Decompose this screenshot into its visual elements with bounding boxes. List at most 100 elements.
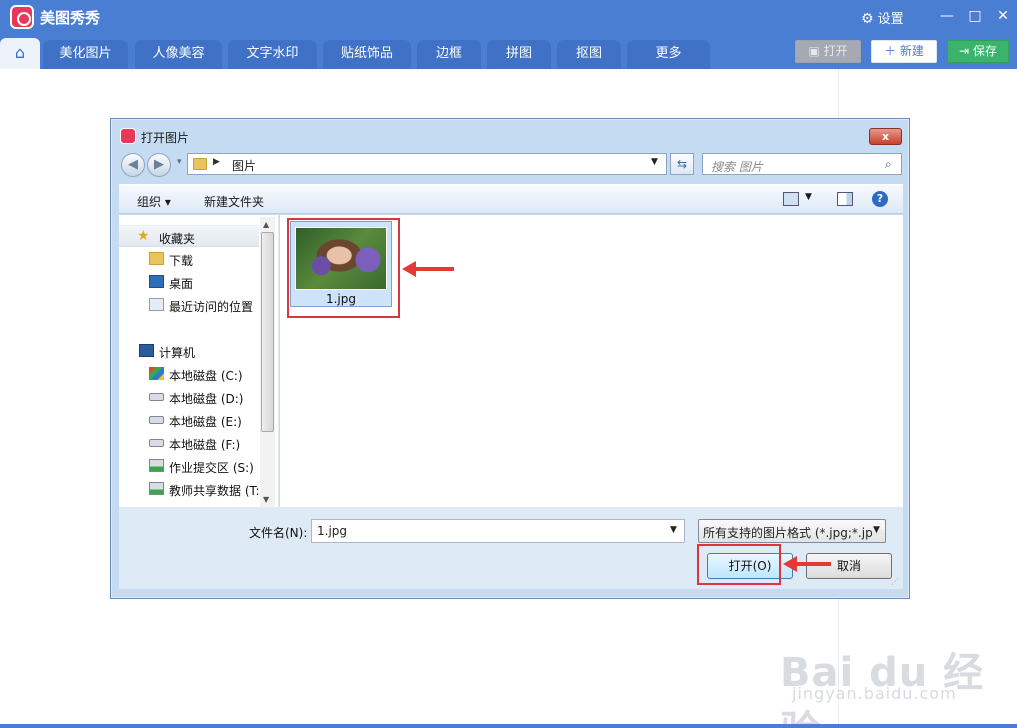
dialog-footer: 文件名(N): 1.jpg ▼ 所有支持的图片格式 (*.jpg;*.jp ▼ … <box>119 507 903 589</box>
minimize-icon[interactable]: — <box>937 6 957 26</box>
tab-more[interactable]: 更多 <box>627 40 710 69</box>
file-type-select[interactable]: 所有支持的图片格式 (*.jpg;*.jp ▼ <box>698 519 886 543</box>
scroll-up-icon[interactable]: ▲ <box>263 220 269 229</box>
search-input[interactable]: 搜索 图片 ⌕ <box>702 153 902 175</box>
annotation-highlight-open <box>697 544 781 585</box>
tab-bar: ⌂ 美化图片 人像美容 文字水印 贴纸饰品 边框 拼图 抠图 更多 ▣ 打开 ＋… <box>0 34 1017 69</box>
nav-drive-f-label: 本地磁盘 (F:) <box>169 438 241 452</box>
nav-drive-t-label: 教师共享数据 (T: <box>169 484 259 498</box>
tab-portrait[interactable]: 人像美容 <box>135 40 222 69</box>
nav-drive-d[interactable]: 本地磁盘 (D:) <box>119 386 259 408</box>
back-arrow-icon[interactable]: ◀ <box>121 153 145 177</box>
navigation-pane: ★ 收藏夹 下载 桌面 最近访问的位置 计算机 本地磁盘 (C:) 本地磁盘 (… <box>119 215 275 507</box>
tab-beautify[interactable]: 美化图片 <box>43 40 128 69</box>
nav-desktop-label: 桌面 <box>169 277 194 291</box>
network-drive-icon <box>149 482 164 495</box>
open-label: 打开 <box>823 44 848 58</box>
tab-collage[interactable]: 拼图 <box>487 40 551 69</box>
nav-drive-d-label: 本地磁盘 (D:) <box>169 392 244 406</box>
bottom-border <box>0 724 1017 728</box>
dialog-close-button[interactable]: x <box>869 128 902 145</box>
downloads-folder-icon <box>149 252 164 265</box>
star-icon: ★ <box>137 228 150 244</box>
organize-menu[interactable]: 组织 ▾ <box>137 193 171 210</box>
nav-computer-label: 计算机 <box>159 346 196 360</box>
filename-value: 1.jpg <box>317 524 348 538</box>
refresh-icon[interactable]: ⇆ <box>670 153 694 175</box>
watermark-url: jingyan.baidu.com <box>792 684 957 703</box>
help-icon[interactable]: ? <box>872 191 888 207</box>
nav-downloads[interactable]: 下载 <box>119 248 259 270</box>
nav-drive-f[interactable]: 本地磁盘 (F:) <box>119 432 259 454</box>
file-type-value: 所有支持的图片格式 (*.jpg;*.jp <box>703 526 873 540</box>
save-button[interactable]: ⇥ 保存 <box>947 40 1009 63</box>
nav-drive-s-label: 作业提交区 (S:) <box>169 461 254 475</box>
search-placeholder: 搜索 图片 <box>711 160 763 174</box>
new-button[interactable]: ＋ 新建 <box>871 40 937 63</box>
view-dropdown-icon[interactable]: ▼ <box>805 192 812 202</box>
nav-drive-c-label: 本地磁盘 (C:) <box>169 369 243 383</box>
arrow-shaft <box>414 267 454 271</box>
breadcrumb-path[interactable]: 图片 <box>232 157 256 174</box>
search-icon[interactable]: ⌕ <box>885 157 892 172</box>
address-bar[interactable]: ▶ 图片 ▼ <box>187 153 667 175</box>
nav-drive-c[interactable]: 本地磁盘 (C:) <box>119 363 259 385</box>
scroll-down-icon[interactable]: ▼ <box>263 495 269 504</box>
nav-recent-label: 最近访问的位置 <box>169 300 254 314</box>
preview-pane-icon[interactable] <box>837 192 853 206</box>
drive-icon <box>149 439 164 447</box>
computer-icon <box>139 344 154 357</box>
forward-arrow-icon[interactable]: ▶ <box>147 153 171 177</box>
open-button[interactable]: ▣ 打开 <box>795 40 861 63</box>
nav-drive-e[interactable]: 本地磁盘 (E:) <box>119 409 259 431</box>
address-dropdown-icon[interactable]: ▼ <box>651 157 658 167</box>
gear-icon: ⚙ <box>861 11 874 27</box>
nav-favorites-label: 收藏夹 <box>159 232 196 246</box>
nav-downloads-label: 下载 <box>169 254 194 268</box>
tab-text-watermark[interactable]: 文字水印 <box>228 40 317 69</box>
scrollbar-thumb[interactable] <box>261 232 274 432</box>
drive-icon <box>149 393 164 401</box>
drive-icon <box>149 416 164 424</box>
home-icon[interactable]: ⌂ <box>0 38 40 69</box>
system-drive-icon <box>149 367 164 380</box>
close-icon[interactable]: ✕ <box>993 6 1013 26</box>
export-icon: ⇥ <box>959 44 973 58</box>
app-logo-icon <box>10 5 34 29</box>
folder-icon <box>193 158 207 170</box>
tab-frames[interactable]: 边框 <box>417 40 481 69</box>
new-label: 新建 <box>899 44 924 58</box>
file-type-dropdown-icon[interactable]: ▼ <box>873 525 885 535</box>
save-label: 保存 <box>972 44 997 58</box>
nav-drive-s[interactable]: 作业提交区 (S:) <box>119 455 259 477</box>
network-drive-icon <box>149 459 164 472</box>
dialog-toolbar: 组织 ▾ 新建文件夹 ▼ ? <box>119 184 903 214</box>
arrow-shaft <box>795 562 831 566</box>
tab-cutout[interactable]: 抠图 <box>557 40 621 69</box>
settings-button[interactable]: ⚙ 设置 <box>861 8 904 27</box>
nav-drive-e-label: 本地磁盘 (E:) <box>169 415 242 429</box>
view-options-icon[interactable] <box>783 192 799 206</box>
nav-scrollbar[interactable]: ▲ ▼ <box>260 217 275 507</box>
maximize-icon[interactable]: □ <box>965 6 985 26</box>
annotation-arrow-icon <box>783 556 831 572</box>
pane-divider[interactable] <box>275 215 279 507</box>
resize-grip-icon[interactable]: ⋰ <box>891 577 899 586</box>
dialog-app-icon <box>120 128 136 144</box>
tab-stickers[interactable]: 贴纸饰品 <box>323 40 411 69</box>
open-image-dialog: 打开图片 x ◀ ▶ ▾ ▶ 图片 ▼ ⇆ 搜索 图片 ⌕ 组织 ▾ 新建文件夹… <box>110 118 910 599</box>
meitu-app-window: 美图秀秀 ⚙ 设置 — □ ✕ ⌂ 美化图片 人像美容 文字水印 贴纸饰品 边框 … <box>0 0 1017 728</box>
filename-field[interactable]: 1.jpg ▼ <box>311 519 685 543</box>
new-folder-button[interactable]: 新建文件夹 <box>204 193 264 210</box>
nav-computer[interactable]: 计算机 <box>119 340 259 362</box>
filename-dropdown-icon[interactable]: ▼ <box>670 525 677 535</box>
nav-favorites[interactable]: ★ 收藏夹 <box>119 225 259 247</box>
dialog-title: 打开图片 <box>141 131 190 145</box>
filename-label: 文件名(N): <box>249 526 308 540</box>
nav-drive-t[interactable]: 教师共享数据 (T: <box>119 478 259 500</box>
dialog-title-bar: 打开图片 x <box>111 119 909 147</box>
nav-desktop[interactable]: 桌面 <box>119 271 259 293</box>
history-dropdown-icon[interactable]: ▾ <box>177 157 182 167</box>
nav-recent-places[interactable]: 最近访问的位置 <box>119 294 259 316</box>
breadcrumb-arrow-icon[interactable]: ▶ <box>213 157 220 167</box>
